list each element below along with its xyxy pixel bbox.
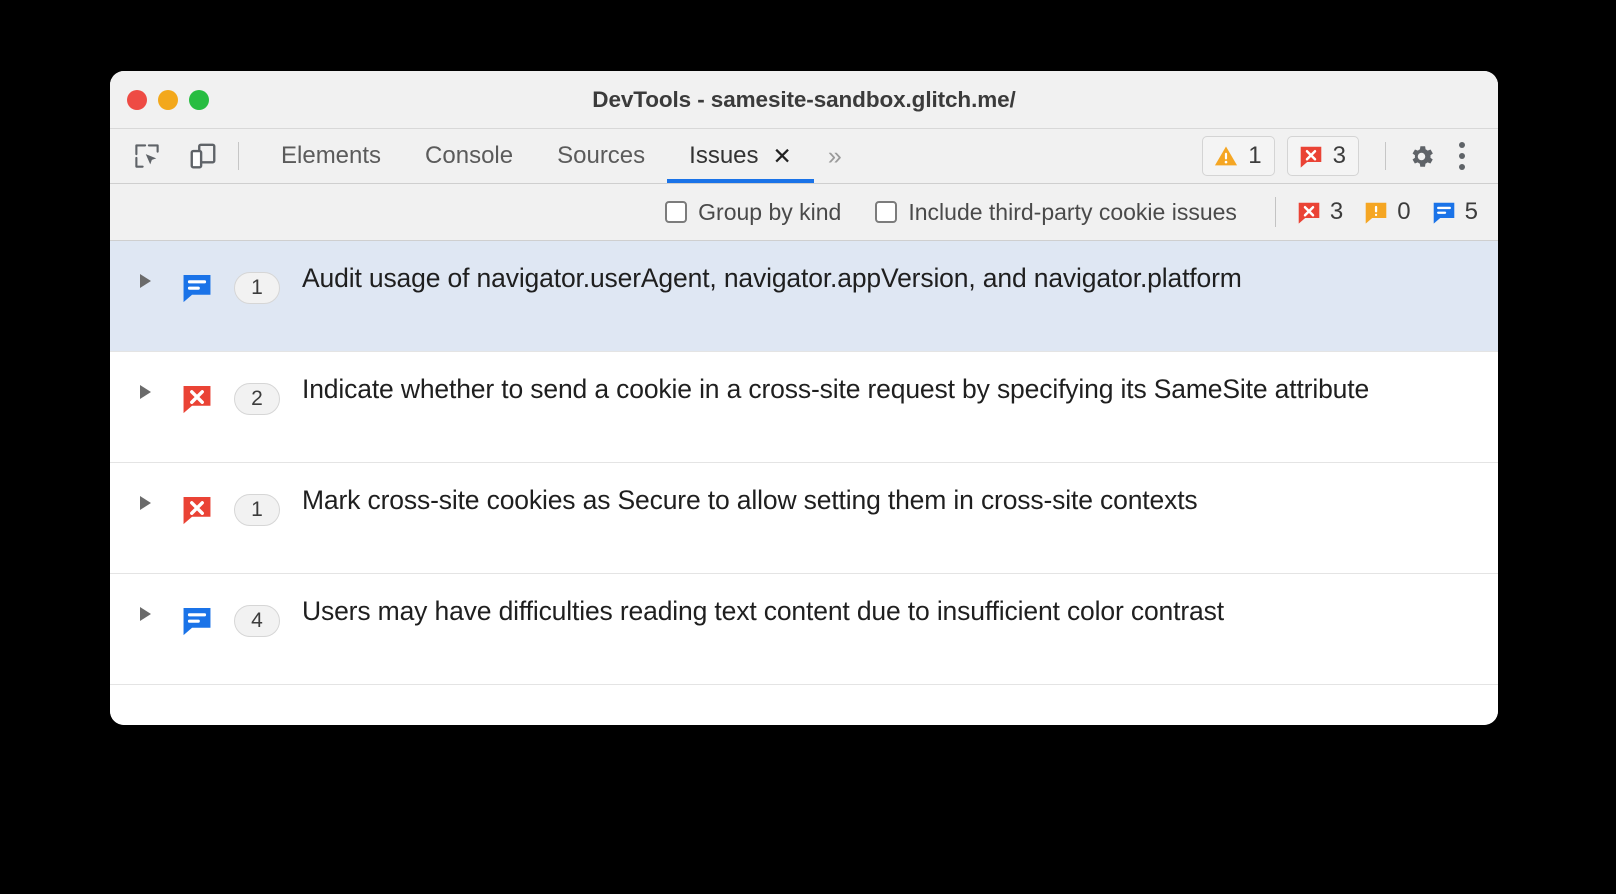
info-bubble-icon (180, 593, 214, 637)
warning-count-button[interactable]: 1 (1202, 136, 1275, 176)
info-bubble-icon (1431, 199, 1457, 225)
issue-row[interactable]: 1 Mark cross-site cookies as Secure to a… (110, 463, 1498, 574)
expand-triangle-icon[interactable] (132, 482, 158, 510)
warning-count-value: 0 (1397, 198, 1411, 225)
kebab-menu-icon (1459, 142, 1465, 170)
issue-count-badge: 1 (234, 494, 280, 526)
gear-icon (1407, 142, 1436, 171)
issue-row[interactable]: 2 Indicate whether to send a cookie in a… (110, 352, 1498, 463)
group-by-kind-label: Group by kind (698, 198, 842, 225)
tab-sources-label: Sources (557, 142, 646, 169)
error-count-value: 3 (1332, 142, 1346, 169)
error-bubble-icon (1298, 143, 1324, 169)
warning-triangle-icon (1213, 143, 1239, 169)
close-window-button[interactable] (127, 90, 147, 110)
tabbar-right-divider (1385, 142, 1386, 170)
issue-title[interactable]: Indicate whether to send a cookie in a c… (302, 371, 1369, 409)
filterbar-divider (1274, 197, 1276, 227)
info-count-indicator[interactable]: 5 (1431, 198, 1478, 226)
tab-sources[interactable]: Sources (535, 129, 667, 183)
warning-count-value: 1 (1248, 142, 1262, 169)
warning-bubble-icon (1363, 199, 1389, 225)
issue-title[interactable]: Audit usage of navigator.userAgent, navi… (302, 260, 1242, 298)
info-count-value: 5 (1464, 198, 1478, 225)
devtools-window: DevTools - samesite-sandbox.glitch.me/ E… (110, 71, 1498, 725)
checkbox-box[interactable] (875, 201, 898, 223)
tab-console-label: Console (425, 142, 514, 169)
warning-count-indicator[interactable]: 0 (1363, 198, 1411, 226)
panel-tabs: Elements Console Sources Issues ✕ » (251, 129, 856, 183)
expand-triangle-icon[interactable] (132, 260, 158, 288)
group-by-kind-checkbox[interactable]: Group by kind (665, 199, 841, 226)
close-icon[interactable]: ✕ (773, 144, 792, 168)
screen: DevTools - samesite-sandbox.glitch.me/ E… (0, 0, 1616, 894)
tab-elements[interactable]: Elements (259, 129, 403, 183)
window-titlebar: DevTools - samesite-sandbox.glitch.me/ (110, 71, 1498, 129)
issue-title[interactable]: Mark cross-site cookies as Secure to all… (302, 482, 1198, 520)
include-third-party-label: Include third-party cookie issues (908, 198, 1237, 225)
error-count-button[interactable]: 3 (1286, 136, 1359, 176)
error-bubble-icon (1296, 199, 1322, 225)
checkbox-box[interactable] (665, 201, 688, 223)
traffic-lights (127, 71, 209, 129)
tabbar-right-tools: 1 3 (1202, 129, 1498, 183)
issues-filter-bar: Group by kind Include third-party cookie… (110, 184, 1498, 241)
info-bubble-icon (180, 260, 214, 304)
devtools-tabbar: Elements Console Sources Issues ✕ » 1 3 (110, 129, 1498, 184)
minimize-window-button[interactable] (158, 90, 178, 110)
expand-triangle-icon[interactable] (132, 371, 158, 399)
issue-title[interactable]: Users may have difficulties reading text… (302, 593, 1224, 631)
device-toolbar-icon (188, 141, 218, 171)
more-options-button[interactable] (1444, 133, 1480, 179)
inspect-element-button[interactable] (126, 135, 168, 177)
issue-count-badge: 1 (234, 272, 280, 304)
more-tabs-icon[interactable]: » (814, 129, 856, 183)
issues-list: 1 Audit usage of navigator.userAgent, na… (110, 241, 1498, 725)
tab-issues[interactable]: Issues ✕ (667, 129, 814, 183)
error-count-value: 3 (1329, 198, 1344, 225)
device-toolbar-button[interactable] (182, 135, 224, 177)
issue-count-badge: 4 (234, 605, 280, 637)
tab-issues-label: Issues (689, 142, 759, 169)
inspect-element-icon (132, 141, 162, 171)
issue-count-badge: 2 (234, 383, 280, 415)
tab-elements-label: Elements (281, 142, 382, 169)
maximize-window-button[interactable] (189, 90, 209, 110)
error-bubble-icon (180, 482, 214, 526)
tabbar-left-tools (110, 129, 224, 183)
issue-row[interactable]: 1 Audit usage of navigator.userAgent, na… (110, 241, 1498, 352)
error-count-indicator[interactable]: 3 (1296, 198, 1343, 226)
tab-console[interactable]: Console (403, 129, 535, 183)
error-bubble-icon (180, 371, 214, 415)
window-title: DevTools - samesite-sandbox.glitch.me/ (592, 86, 1016, 112)
include-third-party-checkbox[interactable]: Include third-party cookie issues (875, 199, 1237, 226)
issue-row[interactable]: 4 Users may have difficulties reading te… (110, 574, 1498, 685)
settings-button[interactable] (1398, 133, 1444, 179)
toolbar-divider (238, 142, 239, 170)
expand-triangle-icon[interactable] (132, 593, 158, 621)
